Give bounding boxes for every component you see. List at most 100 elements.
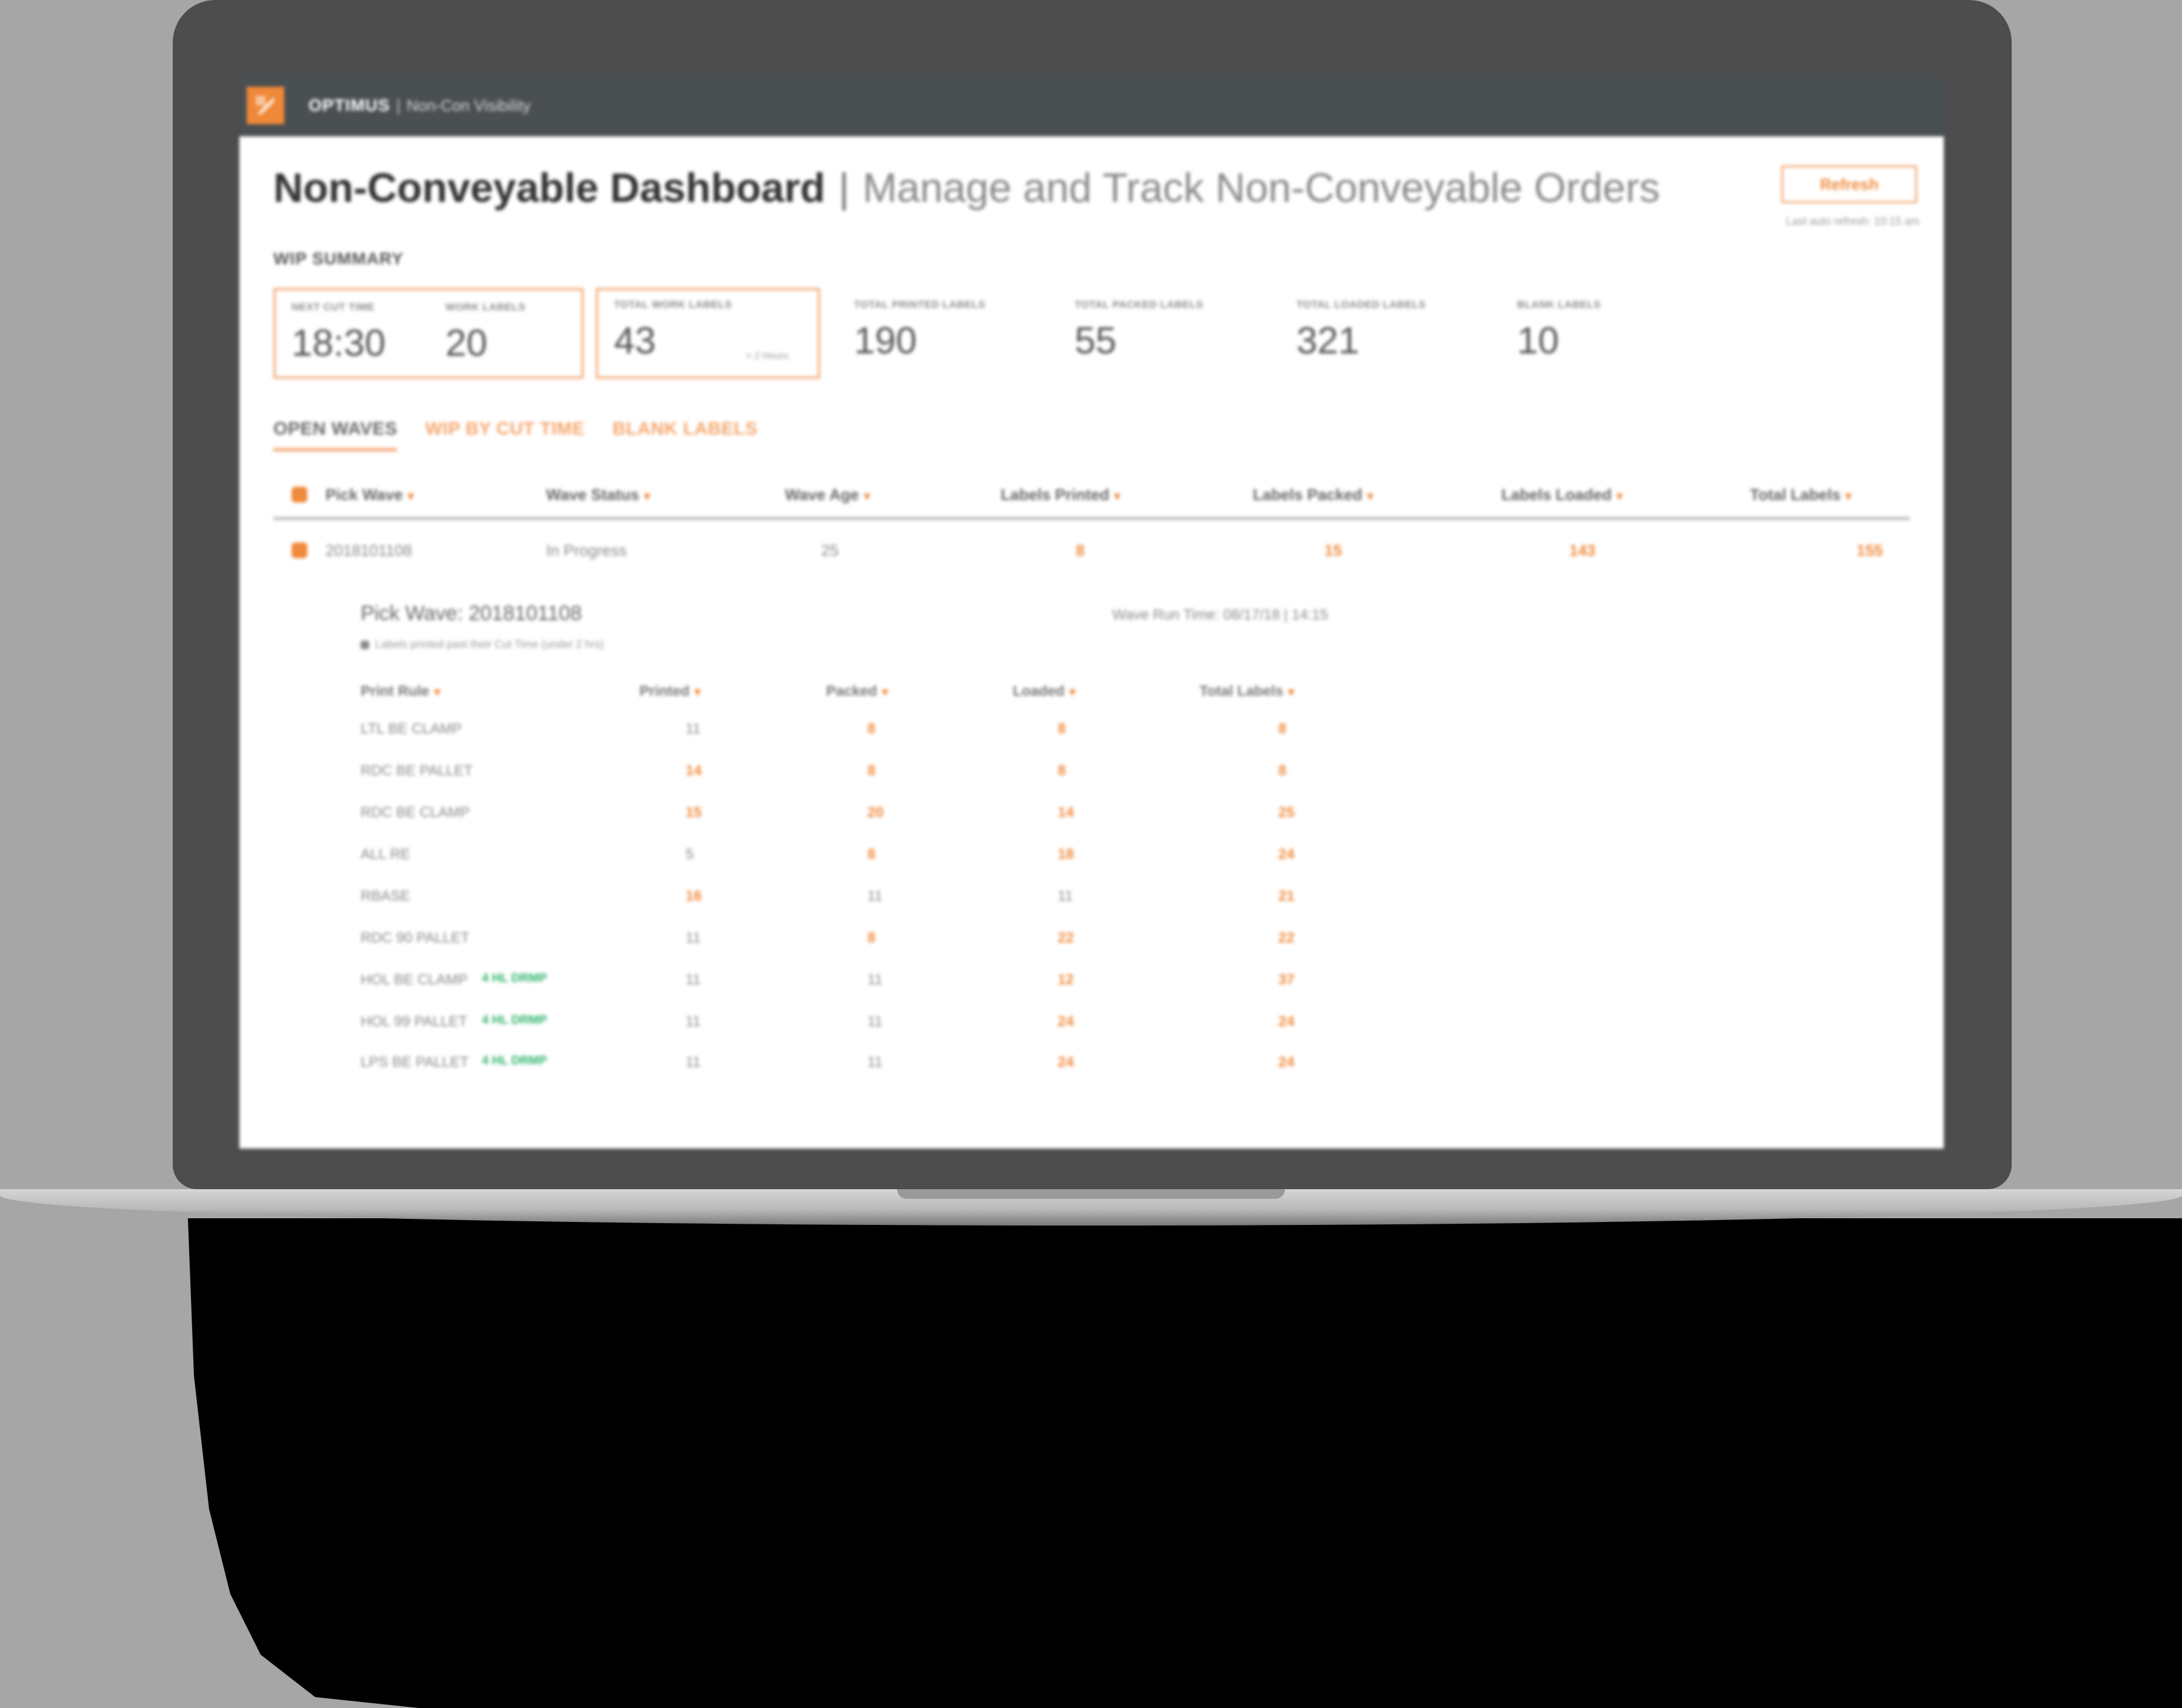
select-all-checkbox[interactable] [292, 487, 307, 502]
kpi-label: TOTAL LOADED LABELS [1296, 299, 1426, 310]
print-rule-cell: RDC BE CLAMP [361, 804, 470, 821]
brand-logo-icon[interactable] [247, 87, 284, 124]
note-text: Labels printed past their Cut Time (unde… [375, 638, 604, 650]
kpi-next-cut-time: NEXT CUT TIME 18:30 [292, 301, 385, 365]
app-header-bar: OPTIMUS | Non-Con Visibility [239, 75, 1944, 136]
brand-subtitle: Non-Con Visibility [406, 96, 531, 115]
sort-icon: ▾ [1114, 490, 1121, 503]
col-labels-packed[interactable]: Labels Packed ▾ [1253, 485, 1373, 504]
kpi-value: 55 [1075, 320, 1116, 362]
packed-cell: 11 [867, 972, 882, 988]
table-row[interactable]: 2018101108 In Progress 25 8 15 143 155 [273, 530, 1910, 573]
total-cell: 24 [1278, 1054, 1295, 1070]
total-cell: 21 [1278, 888, 1295, 904]
packed-cell: 11 [867, 1013, 882, 1030]
total-cell: 24 [1278, 846, 1295, 862]
sort-icon: ▾ [644, 490, 650, 503]
table-row[interactable]: RDC 90 PALLET 11 8 22 22 [361, 921, 1452, 958]
labels-printed-cell: 8 [1076, 541, 1085, 559]
refresh-button[interactable]: Refresh [1781, 165, 1917, 203]
table-row[interactable]: HOL BE CLAMP 4 HL DRMP 11 11 12 37 [361, 963, 1452, 999]
printed-cell: 11 [686, 930, 701, 946]
printed-cell: 11 [686, 972, 701, 988]
detail-title: Pick Wave: 2018101108 [361, 602, 582, 625]
sort-icon: ▾ [694, 686, 701, 699]
table-row[interactable]: HOL 99 PALLET 4 HL DRMP 11 11 24 24 [361, 1005, 1452, 1041]
page-title: Non-Conveyable Dashboard [273, 165, 826, 211]
packed-cell: 8 [867, 721, 876, 737]
loaded-cell: 8 [1058, 721, 1066, 737]
table-row[interactable]: LPS BE PALLET 4 HL DRMP 11 11 24 24 [361, 1046, 1452, 1082]
laptop-notch [897, 1189, 1285, 1199]
brand-separator: | [396, 96, 401, 115]
kpi-value: 10 [1517, 320, 1559, 362]
col-total-labels[interactable]: Total Labels ▾ [1199, 683, 1294, 700]
sort-icon: ▾ [1845, 490, 1852, 503]
print-rule-cell: LTL BE CLAMP [361, 721, 462, 737]
wip-summary-label: WIP SUMMARY [273, 249, 404, 268]
sort-icon: ▾ [434, 686, 441, 699]
total-cell: 8 [1278, 721, 1287, 737]
print-rule-cell: HOL 99 PALLET [361, 1013, 468, 1030]
sort-icon: ▾ [407, 490, 414, 503]
print-rule-cell: RBASE [361, 888, 410, 904]
col-print-rule[interactable]: Print Rule ▾ [361, 683, 440, 700]
total-labels-cell: 155 [1857, 541, 1883, 559]
last-refresh-text: Last auto refresh: 10:15 am [1786, 215, 1920, 227]
column-label: Wave Status [546, 485, 639, 504]
col-wave-age[interactable]: Wave Age ▾ [785, 485, 870, 504]
packed-cell: 8 [867, 846, 876, 862]
detail-note: Labels printed past their Cut Time (unde… [361, 638, 604, 651]
laptop-screen: OPTIMUS | Non-Con Visibility Non-Conveya… [239, 75, 1944, 1149]
print-rule-cell: LPS BE PALLET [361, 1054, 469, 1070]
kpi-value: 20 [445, 322, 487, 364]
tab-wip-by-cut-time[interactable]: WIP BY CUT TIME [425, 419, 584, 452]
waves-table-header: Pick Wave ▾ Wave Status ▾ Wave Age ▾ Labels… [273, 475, 1910, 520]
table-row[interactable]: RDC BE CLAMP 15 20 14 25 [361, 796, 1452, 832]
labels-packed-cell: 15 [1324, 541, 1342, 559]
column-label: Labels Packed [1253, 485, 1363, 504]
laptop-shadow [0, 1218, 2182, 1708]
col-pick-wave[interactable]: Pick Wave ▾ [325, 485, 414, 504]
tab-open-waves[interactable]: OPEN WAVES [273, 419, 398, 452]
row-checkbox[interactable] [292, 542, 307, 558]
table-row[interactable]: RBASE 16 11 11 21 [361, 879, 1452, 916]
col-labels-printed[interactable]: Labels Printed ▾ [1001, 485, 1120, 504]
col-packed[interactable]: Packed ▾ [826, 683, 888, 700]
column-label: Printed [639, 683, 690, 699]
col-loaded[interactable]: Loaded ▾ [1013, 683, 1075, 700]
loaded-cell: 11 [1058, 888, 1073, 904]
rule-tag: 4 HL DRMP [482, 1054, 547, 1067]
column-label: Labels Printed [1001, 485, 1110, 504]
column-label: Packed [826, 683, 878, 699]
kpi-blank-labels: BLANK LABELS 10 [1517, 299, 1601, 362]
kpi-label: WORK LABELS [445, 301, 526, 313]
printed-cell: 11 [686, 721, 701, 737]
tab-blank-labels[interactable]: BLANK LABELS [613, 419, 758, 452]
printed-cell: 15 [686, 804, 702, 821]
kpi-total-loaded: TOTAL LOADED LABELS 321 [1296, 299, 1426, 362]
col-labels-loaded[interactable]: Labels Loaded ▾ [1501, 485, 1623, 504]
table-row[interactable]: LTL BE CLAMP 11 8 8 8 [361, 712, 1452, 749]
column-label: Loaded [1013, 683, 1065, 699]
kpi-label: TOTAL PRINTED LABELS [854, 299, 986, 310]
total-cell: 22 [1278, 930, 1295, 946]
col-printed[interactable]: Printed ▾ [639, 683, 701, 700]
brand-name: OPTIMUS [309, 96, 390, 115]
print-rule-cell: HOL BE CLAMP [361, 972, 468, 988]
col-total-labels[interactable]: Total Labels ▾ [1750, 485, 1852, 504]
table-row[interactable]: RDC BE PALLET 14 8 8 8 [361, 754, 1452, 790]
total-cell: 24 [1278, 1013, 1295, 1030]
kpi-work-labels: WORK LABELS 20 [445, 301, 525, 365]
view-tabs: OPEN WAVES WIP BY CUT TIME BLANK LABELS [273, 419, 758, 452]
wave-age-cell: 25 [821, 541, 839, 559]
column-label: Wave Age [785, 485, 859, 504]
printed-cell: 11 [686, 1054, 701, 1070]
kpi-label: BLANK LABELS [1517, 299, 1601, 310]
col-wave-status[interactable]: Wave Status ▾ [546, 485, 650, 504]
sort-icon: ▾ [1288, 686, 1295, 699]
packed-cell: 8 [867, 762, 876, 779]
loaded-cell: 8 [1058, 762, 1066, 779]
kpi-total-work-labels: TOTAL WORK LABELS 43 [614, 299, 732, 362]
table-row[interactable]: ALL RE 5 8 18 24 [361, 838, 1452, 874]
